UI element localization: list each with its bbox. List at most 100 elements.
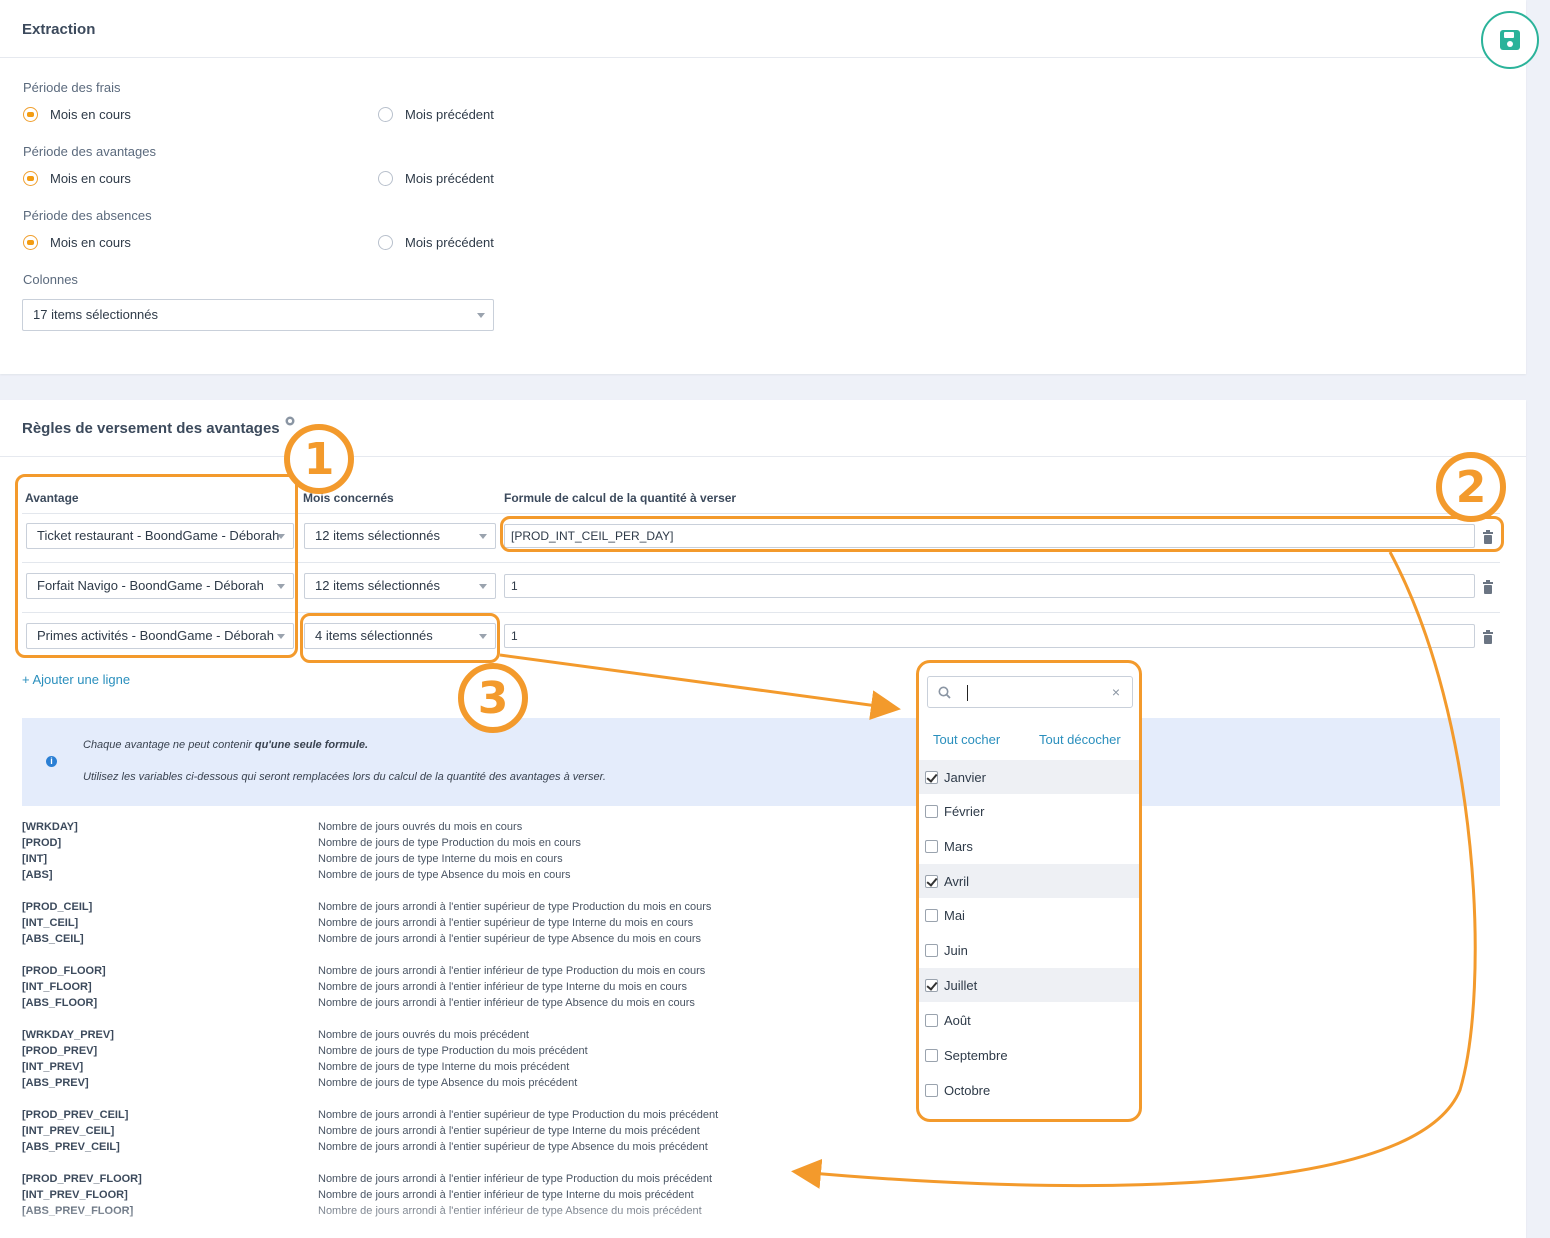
periode-absences-label: Période des absences <box>23 208 152 223</box>
add-line-link[interactable]: + Ajouter une ligne <box>22 672 130 687</box>
chevron-down-icon <box>479 634 487 639</box>
extraction-title: Extraction <box>22 21 96 38</box>
checkbox-unchecked-icon[interactable] <box>925 943 938 957</box>
variable-description: Nombre de jours arrondi à l'entier infér… <box>318 1189 694 1201</box>
month-option[interactable]: Février <box>919 794 1139 828</box>
info-line-1-bold: qu'une seule formule. <box>254 739 369 751</box>
variable-description: Nombre de jours arrondi à l'entier supér… <box>318 1125 700 1137</box>
avantage-select[interactable]: Forfait Navigo - BoondGame - Déborah <box>26 573 294 599</box>
mois-select[interactable]: 4 items sélectionnés <box>304 623 496 649</box>
radio-unchecked-icon <box>378 171 393 186</box>
deselect-all-link[interactable]: Tout décocher <box>1039 732 1121 747</box>
chevron-down-icon <box>277 534 285 539</box>
variable-description: Nombre de jours arrondi à l'entier infér… <box>318 997 695 1009</box>
variable-name: [INT_PREV] <box>22 1061 84 1073</box>
trash-icon[interactable] <box>1482 580 1494 594</box>
formule-input[interactable]: 1 <box>504 574 1475 598</box>
variable-name: [PROD] <box>22 837 62 849</box>
variable-description: Nombre de jours de type Absence du mois … <box>318 1077 578 1089</box>
mois-select[interactable]: 12 items sélectionnés <box>304 523 496 549</box>
checkbox-unchecked-icon[interactable] <box>925 804 938 818</box>
avantages-radio-previous[interactable]: Mois précédent <box>378 171 494 186</box>
checkbox-checked-icon[interactable] <box>925 978 938 992</box>
month-label: Septembre <box>944 1047 1008 1063</box>
colonnes-select-value: 17 items sélectionnés <box>33 307 159 322</box>
dropdown-search-input[interactable]: × <box>927 676 1133 708</box>
variable-description: Nombre de jours arrondi à l'entier infér… <box>318 981 687 993</box>
trash-icon[interactable] <box>1482 530 1494 544</box>
variable-name: [INT_CEIL] <box>22 917 79 929</box>
select-all-link[interactable]: Tout cocher <box>933 732 1000 747</box>
close-icon[interactable]: × <box>1112 684 1120 700</box>
mois-select-value: 4 items sélectionnés <box>315 628 433 643</box>
save-button[interactable] <box>1481 11 1539 69</box>
variable-description: Nombre de jours de type Interne du mois … <box>318 853 563 865</box>
help-icon[interactable] <box>285 416 295 426</box>
avantage-select[interactable]: Primes activités - BoondGame - Déborah <box>26 623 294 649</box>
variable-description: Nombre de jours ouvrés du mois précédent <box>318 1029 529 1041</box>
info-icon: i <box>46 756 57 767</box>
mois-select-value: 12 items sélectionnés <box>315 528 441 543</box>
variable-name: [ABS_PREV] <box>22 1077 89 1089</box>
row-divider <box>22 513 1500 514</box>
chevron-down-icon <box>477 313 485 318</box>
month-label: Avril <box>944 873 970 889</box>
variable-description: Nombre de jours arrondi à l'entier infér… <box>318 1205 702 1217</box>
variable-description: Nombre de jours arrondi à l'entier supér… <box>318 1141 708 1153</box>
variable-name: [ABS_FLOOR] <box>22 997 98 1009</box>
month-option[interactable]: Juin <box>919 933 1139 967</box>
month-label: Février <box>944 803 985 819</box>
radio-label: Mois précédent <box>405 107 494 122</box>
month-option[interactable]: Septembre <box>919 1038 1139 1072</box>
month-option[interactable]: Juillet <box>919 968 1139 1002</box>
variable-name: [PROD_PREV_CEIL] <box>22 1109 129 1121</box>
chevron-down-icon <box>479 584 487 589</box>
month-option[interactable]: Mars <box>919 829 1139 863</box>
frais-radio-previous[interactable]: Mois précédent <box>378 107 494 122</box>
absences-radio-current[interactable]: Mois en cours <box>23 235 131 250</box>
info-box <box>22 718 1500 806</box>
month-label: Octobre <box>944 1082 991 1098</box>
formule-input[interactable]: [PROD_INT_CEIL_PER_DAY] <box>504 524 1475 548</box>
trash-icon[interactable] <box>1482 630 1494 644</box>
chevron-down-icon <box>277 584 285 589</box>
formule-input[interactable]: 1 <box>504 624 1475 648</box>
checkbox-unchecked-icon[interactable] <box>925 1013 938 1027</box>
month-label: Janvier <box>944 769 986 785</box>
month-option[interactable]: Janvier <box>919 760 1139 794</box>
info-line-2: Utilisez les variables ci-dessous qui se… <box>83 771 606 783</box>
variable-description: Nombre de jours de type Production du mo… <box>318 1045 588 1057</box>
colonnes-select[interactable]: 17 items sélectionnés <box>22 299 494 331</box>
checkbox-unchecked-icon[interactable] <box>925 1083 938 1097</box>
month-label: Juin <box>944 942 968 958</box>
checkbox-checked-icon[interactable] <box>925 874 938 888</box>
mois-select[interactable]: 12 items sélectionnés <box>304 573 496 599</box>
variable-description: Nombre de jours de type Interne du mois … <box>318 1061 570 1073</box>
month-label: Mai <box>944 907 965 923</box>
variable-name: [PROD_CEIL] <box>22 901 93 913</box>
row-divider <box>22 612 1500 613</box>
month-option[interactable]: Avril <box>919 864 1139 898</box>
checkbox-unchecked-icon[interactable] <box>925 1048 938 1062</box>
month-option[interactable]: Août <box>919 1003 1139 1037</box>
info-line-1: Chaque avantage ne peut contenir qu'une … <box>83 739 368 751</box>
variable-name: [PROD_FLOOR] <box>22 965 106 977</box>
info-line-1-text: Chaque avantage ne peut contenir <box>83 739 255 751</box>
month-option[interactable]: Octobre <box>919 1073 1139 1107</box>
variable-name: [WRKDAY_PREV] <box>22 1029 114 1041</box>
checkbox-unchecked-icon[interactable] <box>925 908 938 922</box>
checkbox-unchecked-icon[interactable] <box>925 839 938 853</box>
radio-label: Mois en cours <box>50 107 131 122</box>
annotation-badge-1: 1 <box>284 424 354 494</box>
extraction-card: Extraction Période des frais Mois en cou… <box>0 0 1526 374</box>
month-option[interactable]: Mai <box>919 898 1139 932</box>
frais-radio-current[interactable]: Mois en cours <box>23 107 131 122</box>
regles-title-text: Règles de versement des avantages <box>22 420 280 437</box>
col-head-avantage: Avantage <box>25 491 79 505</box>
variable-name: [ABS_PREV_CEIL] <box>22 1141 120 1153</box>
month-label: Mars <box>944 838 973 854</box>
avantage-select[interactable]: Ticket restaurant - BoondGame - Déborah <box>26 523 294 549</box>
absences-radio-previous[interactable]: Mois précédent <box>378 235 494 250</box>
avantages-radio-current[interactable]: Mois en cours <box>23 171 131 186</box>
checkbox-checked-icon[interactable] <box>925 770 938 784</box>
